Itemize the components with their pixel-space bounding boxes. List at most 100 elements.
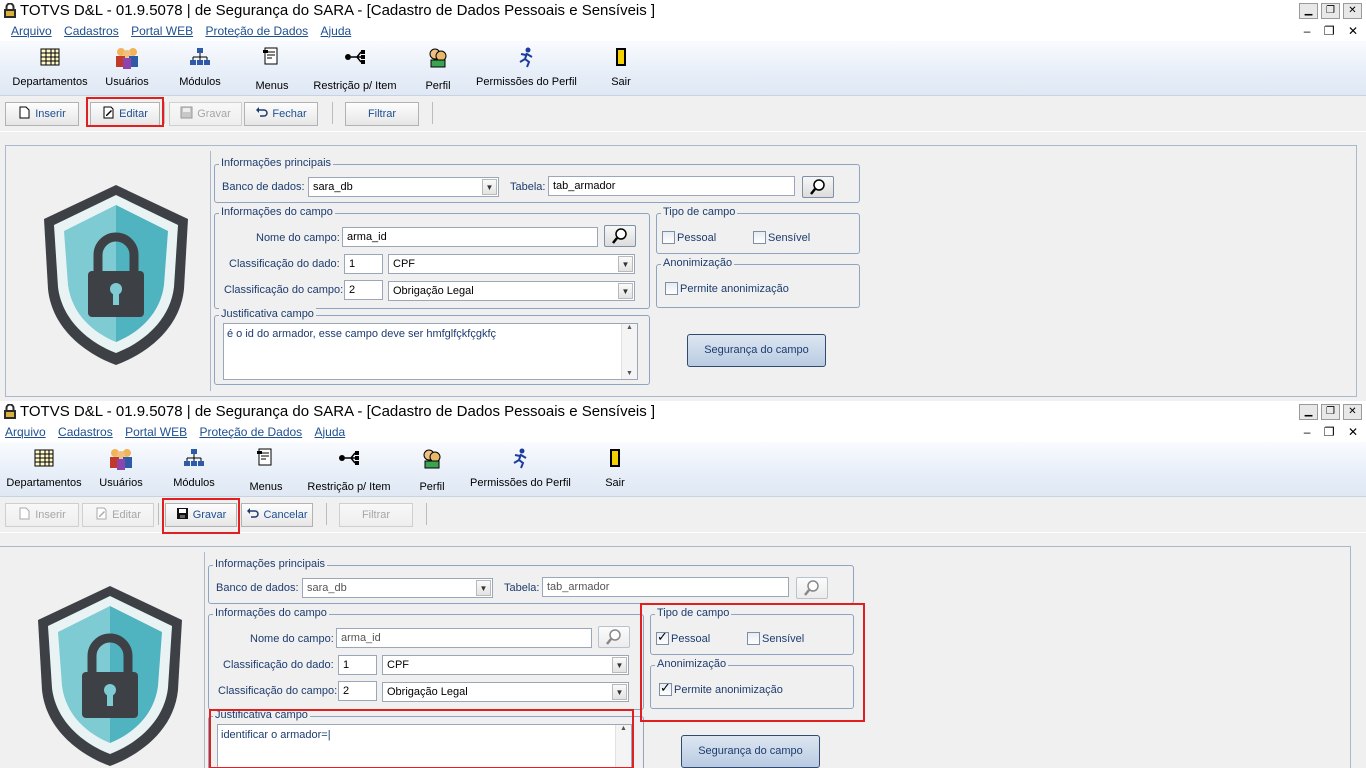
chevron-down-icon: ▼ bbox=[612, 657, 627, 673]
data-class-code[interactable]: 1 bbox=[344, 254, 383, 274]
checkbox-icon bbox=[753, 231, 766, 244]
mdi-restore-button[interactable]: ❐ bbox=[1324, 425, 1335, 439]
ribbon-departamentos[interactable]: Departamentos bbox=[6, 447, 82, 489]
table-field[interactable]: tab_armador bbox=[542, 577, 789, 597]
menu-ajuda[interactable]: Ajuda bbox=[321, 24, 352, 38]
highlight-justification bbox=[209, 709, 634, 768]
field-class-label: Classificação do campo: bbox=[224, 284, 344, 296]
ribbon-usuarios[interactable]: Usuários bbox=[104, 46, 150, 88]
running-figure-icon bbox=[519, 47, 533, 68]
filter-button[interactable]: Filtrar bbox=[345, 102, 419, 126]
sensitive-checkbox[interactable]: Sensível bbox=[753, 231, 810, 245]
mdi-window-controls: – ❐ ✕ bbox=[1294, 22, 1358, 41]
edit-button[interactable]: Editar bbox=[82, 503, 154, 527]
highlight-save-button bbox=[162, 498, 240, 534]
table-field[interactable]: tab_armador bbox=[548, 176, 795, 196]
profile-person-icon bbox=[423, 449, 441, 469]
mdi-minimize-button[interactable]: – bbox=[1304, 425, 1311, 439]
ribbon: Departamentos Usuários Módulos Menus Res… bbox=[0, 41, 1366, 96]
insert-button[interactable]: Inserir bbox=[5, 102, 79, 126]
ribbon-restricao-item[interactable]: Restrição p/ Item bbox=[306, 447, 392, 493]
field-search-button[interactable] bbox=[598, 626, 630, 648]
table-search-button[interactable] bbox=[802, 176, 834, 198]
window-edit-mode: TOTVS D&L - 01.9.5078 | de Segurança do … bbox=[0, 401, 1366, 768]
menu-bar: Arquivo Cadastros Portal WEB Proteção de… bbox=[0, 423, 1366, 442]
menu-cadastros[interactable]: Cadastros bbox=[58, 425, 113, 439]
save-button[interactable]: Gravar bbox=[169, 102, 242, 126]
title-bar: TOTVS D&L - 01.9.5078 | de Segurança do … bbox=[0, 401, 1366, 423]
vertical-scrollbar[interactable]: ▲▼ bbox=[621, 324, 637, 379]
field-security-button[interactable]: Segurança do campo bbox=[687, 334, 826, 367]
menu-arquivo[interactable]: Arquivo bbox=[11, 24, 52, 38]
field-class-select[interactable]: Obrigação Legal ▼ bbox=[382, 682, 629, 702]
personal-checkbox[interactable]: Pessoal bbox=[662, 231, 716, 245]
ribbon-sair[interactable]: Sair bbox=[602, 447, 628, 489]
chevron-down-icon: ▼ bbox=[482, 179, 497, 195]
menu-protecao-de-dados[interactable]: Proteção de Dados bbox=[205, 24, 308, 38]
restore-button[interactable]: ❐ bbox=[1321, 404, 1340, 420]
menu-portal-web[interactable]: Portal WEB bbox=[131, 24, 193, 38]
ribbon-menus[interactable]: Menus bbox=[252, 46, 292, 92]
field-class-code[interactable]: 2 bbox=[338, 681, 377, 701]
field-search-button[interactable] bbox=[604, 225, 636, 247]
data-class-code[interactable]: 1 bbox=[338, 655, 377, 675]
insert-button[interactable]: Inserir bbox=[5, 503, 79, 527]
table-label: Tabela: bbox=[504, 582, 540, 594]
field-name-input[interactable]: arma_id bbox=[336, 628, 592, 648]
database-select[interactable]: sara_db ▼ bbox=[308, 177, 499, 197]
new-document-icon bbox=[19, 507, 30, 520]
restore-button[interactable]: ❐ bbox=[1321, 3, 1340, 19]
ribbon-perfil[interactable]: Perfil bbox=[424, 46, 452, 92]
running-figure-icon bbox=[513, 448, 527, 469]
minimize-button[interactable]: ▁ bbox=[1299, 404, 1318, 420]
close-button[interactable]: ✕ bbox=[1343, 3, 1362, 19]
field-name-input[interactable]: arma_id bbox=[342, 227, 598, 247]
field-class-code[interactable]: 2 bbox=[344, 280, 383, 300]
cancel-button[interactable]: Cancelar bbox=[241, 503, 313, 527]
data-class-select[interactable]: CPF ▼ bbox=[388, 254, 635, 274]
database-select[interactable]: sara_db ▼ bbox=[302, 578, 493, 598]
mdi-close-button[interactable]: ✕ bbox=[1348, 425, 1358, 439]
ribbon-sair[interactable]: Sair bbox=[608, 46, 634, 88]
menu-ajuda[interactable]: Ajuda bbox=[315, 425, 346, 439]
grid-table-icon bbox=[40, 48, 60, 66]
table-search-button[interactable] bbox=[796, 577, 828, 599]
title-bar: TOTVS D&L - 01.9.5078 | de Segurança do … bbox=[0, 0, 1366, 22]
ribbon-restricao-item[interactable]: Restrição p/ Item bbox=[312, 46, 398, 92]
ribbon-usuarios[interactable]: Usuários bbox=[98, 447, 144, 489]
field-security-button[interactable]: Segurança do campo bbox=[681, 735, 820, 768]
menu-protecao-de-dados[interactable]: Proteção de Dados bbox=[199, 425, 302, 439]
minimize-button[interactable]: ▁ bbox=[1299, 3, 1318, 19]
undo-arrow-icon bbox=[256, 107, 269, 117]
filter-button[interactable]: Filtrar bbox=[339, 503, 413, 527]
menu-arquivo[interactable]: Arquivo bbox=[5, 425, 46, 439]
new-document-icon bbox=[19, 106, 30, 119]
chevron-down-icon: ▼ bbox=[618, 283, 633, 299]
menu-cadastros[interactable]: Cadastros bbox=[64, 24, 119, 38]
database-label: Banco de dados: bbox=[216, 582, 299, 594]
data-class-label: Classificação do dado: bbox=[223, 659, 334, 671]
mdi-restore-button[interactable]: ❐ bbox=[1324, 24, 1335, 38]
chevron-down-icon: ▼ bbox=[476, 580, 491, 596]
ribbon-permissoes-perfil[interactable]: Permissões do Perfil bbox=[476, 46, 577, 88]
ribbon-perfil[interactable]: Perfil bbox=[418, 447, 446, 493]
ribbon-departamentos[interactable]: Departamentos bbox=[12, 46, 88, 88]
close-button[interactable]: ✕ bbox=[1343, 404, 1362, 420]
app-lock-icon bbox=[4, 404, 16, 419]
ribbon-permissoes-perfil[interactable]: Permissões do Perfil bbox=[470, 447, 571, 489]
data-class-select[interactable]: CPF ▼ bbox=[382, 655, 629, 675]
justification-textarea[interactable]: é o id do armador, esse campo deve ser h… bbox=[223, 323, 638, 380]
menu-portal-web[interactable]: Portal WEB bbox=[125, 425, 187, 439]
mdi-close-button[interactable]: ✕ bbox=[1348, 24, 1358, 38]
mdi-minimize-button[interactable]: – bbox=[1304, 24, 1311, 38]
anonymization-checkbox[interactable]: Permite anonimização bbox=[665, 282, 789, 296]
ribbon-modulos[interactable]: Módulos bbox=[170, 447, 218, 489]
security-shield-icon bbox=[44, 185, 188, 365]
security-shield-icon bbox=[38, 586, 182, 766]
mdi-window-controls: – ❐ ✕ bbox=[1294, 423, 1358, 442]
ribbon-menus[interactable]: Menus bbox=[246, 447, 286, 493]
field-class-label: Classificação do campo: bbox=[218, 685, 338, 697]
field-class-select[interactable]: Obrigação Legal ▼ bbox=[388, 281, 635, 301]
close-form-button[interactable]: Fechar bbox=[244, 102, 318, 126]
ribbon-modulos[interactable]: Módulos bbox=[176, 46, 224, 88]
